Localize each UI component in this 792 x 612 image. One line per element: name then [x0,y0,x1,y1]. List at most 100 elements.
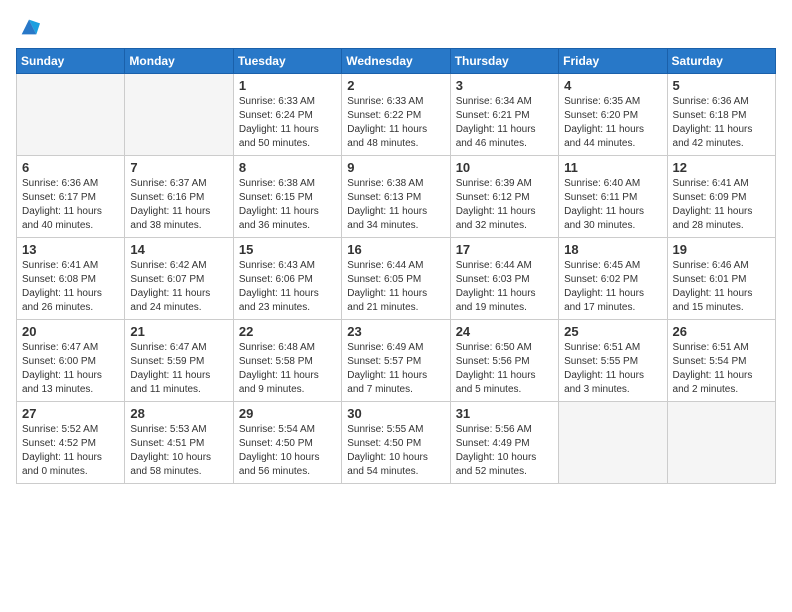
column-header-thursday: Thursday [450,49,558,74]
day-info: Sunrise: 6:47 AMSunset: 6:00 PMDaylight:… [22,341,119,397]
day-info: Sunrise: 6:39 AMSunset: 6:12 PMDaylight:… [456,177,553,233]
day-info: Sunrise: 6:33 AMSunset: 6:22 PMDaylight:… [347,95,444,151]
day-info: Sunrise: 6:37 AMSunset: 6:16 PMDaylight:… [130,177,227,233]
day-info: Sunrise: 6:41 AMSunset: 6:09 PMDaylight:… [673,177,770,233]
calendar-week-1: 1 Sunrise: 6:33 AMSunset: 6:24 PMDaylight… [17,74,776,156]
day-info: Sunrise: 6:44 AMSunset: 6:05 PMDaylight:… [347,259,444,315]
day-info: Sunrise: 6:51 AMSunset: 5:54 PMDaylight:… [673,341,770,397]
calendar-cell: 5 Sunrise: 6:36 AMSunset: 6:18 PMDaylight… [667,74,775,156]
calendar-cell: 9 Sunrise: 6:38 AMSunset: 6:13 PMDaylight… [342,156,450,238]
calendar-cell: 12 Sunrise: 6:41 AMSunset: 6:09 PMDayligh… [667,156,775,238]
day-info: Sunrise: 6:46 AMSunset: 6:01 PMDaylight:… [673,259,770,315]
day-info: Sunrise: 6:33 AMSunset: 6:24 PMDaylight:… [239,95,336,151]
day-number: 25 [564,324,661,339]
calendar-cell: 14 Sunrise: 6:42 AMSunset: 6:07 PMDayligh… [125,238,233,320]
calendar-week-4: 20 Sunrise: 6:47 AMSunset: 6:00 PMDayligh… [17,320,776,402]
day-info: Sunrise: 6:42 AMSunset: 6:07 PMDaylight:… [130,259,227,315]
calendar-cell [559,402,667,484]
day-info: Sunrise: 5:53 AMSunset: 4:51 PMDaylight:… [130,423,227,479]
day-info: Sunrise: 6:44 AMSunset: 6:03 PMDaylight:… [456,259,553,315]
day-number: 24 [456,324,553,339]
day-number: 23 [347,324,444,339]
calendar-cell: 8 Sunrise: 6:38 AMSunset: 6:15 PMDaylight… [233,156,341,238]
calendar-cell: 20 Sunrise: 6:47 AMSunset: 6:00 PMDayligh… [17,320,125,402]
calendar-cell: 16 Sunrise: 6:44 AMSunset: 6:05 PMDayligh… [342,238,450,320]
day-number: 2 [347,78,444,93]
day-number: 1 [239,78,336,93]
day-number: 6 [22,160,119,175]
day-number: 8 [239,160,336,175]
column-header-wednesday: Wednesday [342,49,450,74]
calendar-cell: 1 Sunrise: 6:33 AMSunset: 6:24 PMDaylight… [233,74,341,156]
day-number: 26 [673,324,770,339]
day-info: Sunrise: 6:49 AMSunset: 5:57 PMDaylight:… [347,341,444,397]
calendar-cell: 31 Sunrise: 5:56 AMSunset: 4:49 PMDayligh… [450,402,558,484]
day-number: 17 [456,242,553,257]
day-info: Sunrise: 6:40 AMSunset: 6:11 PMDaylight:… [564,177,661,233]
calendar-cell: 30Sunrise: 5:55 AMSunset: 4:50 PMDayligh… [342,402,450,484]
calendar-cell: 19 Sunrise: 6:46 AMSunset: 6:01 PMDayligh… [667,238,775,320]
column-header-friday: Friday [559,49,667,74]
day-number: 28 [130,406,227,421]
day-number: 21 [130,324,227,339]
calendar-cell: 28 Sunrise: 5:53 AMSunset: 4:51 PMDayligh… [125,402,233,484]
day-number: 11 [564,160,661,175]
day-number: 19 [673,242,770,257]
day-number: 27 [22,406,119,421]
day-info: Sunrise: 6:47 AMSunset: 5:59 PMDaylight:… [130,341,227,397]
header-row: SundayMondayTuesdayWednesdayThursdayFrid… [17,49,776,74]
day-number: 16 [347,242,444,257]
day-number: 31 [456,406,553,421]
calendar-cell: 2 Sunrise: 6:33 AMSunset: 6:22 PMDaylight… [342,74,450,156]
page-header [16,16,776,38]
day-number: 20 [22,324,119,339]
logo-icon [18,16,40,38]
day-info: Sunrise: 6:36 AMSunset: 6:18 PMDaylight:… [673,95,770,151]
day-number: 15 [239,242,336,257]
day-number: 3 [456,78,553,93]
column-header-tuesday: Tuesday [233,49,341,74]
calendar-week-3: 13 Sunrise: 6:41 AMSunset: 6:08 PMDayligh… [17,238,776,320]
calendar-cell: 25 Sunrise: 6:51 AMSunset: 5:55 PMDayligh… [559,320,667,402]
day-info: Sunrise: 5:56 AMSunset: 4:49 PMDaylight:… [456,423,553,479]
day-info: Sunrise: 6:38 AMSunset: 6:15 PMDaylight:… [239,177,336,233]
calendar-cell [125,74,233,156]
calendar-cell: 23 Sunrise: 6:49 AMSunset: 5:57 PMDayligh… [342,320,450,402]
calendar-cell: 27 Sunrise: 5:52 AMSunset: 4:52 PMDayligh… [17,402,125,484]
day-number: 22 [239,324,336,339]
day-info: Sunrise: 6:35 AMSunset: 6:20 PMDaylight:… [564,95,661,151]
day-number: 13 [22,242,119,257]
calendar-cell: 11 Sunrise: 6:40 AMSunset: 6:11 PMDayligh… [559,156,667,238]
day-number: 7 [130,160,227,175]
day-number: 9 [347,160,444,175]
column-header-monday: Monday [125,49,233,74]
calendar-cell: 3Sunrise: 6:34 AMSunset: 6:21 PMDaylight… [450,74,558,156]
column-header-sunday: Sunday [17,49,125,74]
day-number: 5 [673,78,770,93]
day-info: Sunrise: 6:48 AMSunset: 5:58 PMDaylight:… [239,341,336,397]
calendar-week-5: 27 Sunrise: 5:52 AMSunset: 4:52 PMDayligh… [17,402,776,484]
day-number: 12 [673,160,770,175]
day-info: Sunrise: 6:38 AMSunset: 6:13 PMDaylight:… [347,177,444,233]
calendar-cell: 21 Sunrise: 6:47 AMSunset: 5:59 PMDayligh… [125,320,233,402]
day-number: 18 [564,242,661,257]
day-number: 14 [130,242,227,257]
day-info: Sunrise: 6:36 AMSunset: 6:17 PMDaylight:… [22,177,119,233]
calendar-cell: 24Sunrise: 6:50 AMSunset: 5:56 PMDayligh… [450,320,558,402]
day-number: 29 [239,406,336,421]
day-info: Sunrise: 6:41 AMSunset: 6:08 PMDaylight:… [22,259,119,315]
calendar-cell: 4 Sunrise: 6:35 AMSunset: 6:20 PMDaylight… [559,74,667,156]
calendar-cell: 10Sunrise: 6:39 AMSunset: 6:12 PMDayligh… [450,156,558,238]
day-number: 4 [564,78,661,93]
column-header-saturday: Saturday [667,49,775,74]
calendar-cell: 26 Sunrise: 6:51 AMSunset: 5:54 PMDayligh… [667,320,775,402]
calendar-cell [667,402,775,484]
day-info: Sunrise: 6:43 AMSunset: 6:06 PMDaylight:… [239,259,336,315]
logo [16,16,42,38]
calendar-cell: 15 Sunrise: 6:43 AMSunset: 6:06 PMDayligh… [233,238,341,320]
calendar-cell: 7 Sunrise: 6:37 AMSunset: 6:16 PMDaylight… [125,156,233,238]
day-info: Sunrise: 5:52 AMSunset: 4:52 PMDaylight:… [22,423,119,479]
day-info: Sunrise: 6:45 AMSunset: 6:02 PMDaylight:… [564,259,661,315]
day-info: Sunrise: 6:51 AMSunset: 5:55 PMDaylight:… [564,341,661,397]
calendar-cell: 13 Sunrise: 6:41 AMSunset: 6:08 PMDayligh… [17,238,125,320]
